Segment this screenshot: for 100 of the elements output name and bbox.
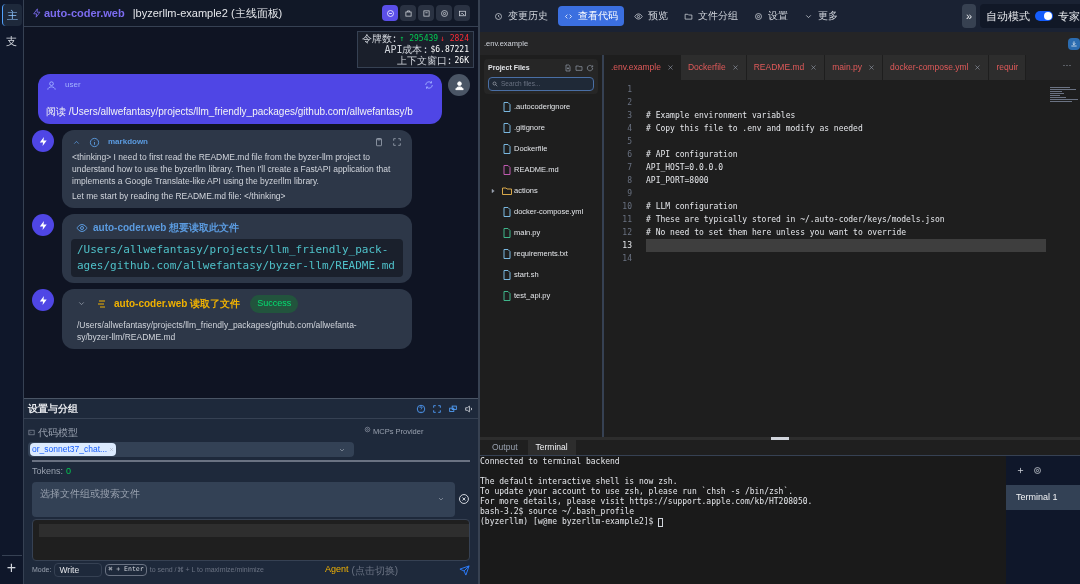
refresh-icon [586,64,594,73]
terminal-line: (byzerllm) [w@me byzerllm-example2]$ [480,517,654,527]
info-icon [89,136,100,148]
file-search-field[interactable]: 选择文件组或搜索文件 [32,481,456,517]
model-select[interactable]: or_sonnet37_chat... [28,442,354,457]
terminal-session[interactable]: Terminal 1 [1006,485,1080,510]
list-icon [96,297,108,310]
layers-icon [448,403,458,414]
line-number: 7 [626,161,632,174]
plus-icon [1016,466,1025,475]
agent-mode-toggle[interactable]: Agent [324,563,349,577]
close-icon [731,64,739,71]
help-icon [416,403,426,414]
line-number: 9 [626,187,632,200]
send-button[interactable] [459,564,470,576]
new-file-icon [564,64,572,73]
editor-tab[interactable]: README.md [746,55,826,80]
clear-icon [458,493,470,505]
line-number: 14 [621,252,632,265]
fullscreen-icon [432,403,442,414]
app-brand: auto-coder.web [44,5,125,21]
tokens-count: 0 [66,465,72,478]
status-badge: Success [250,295,299,313]
search-icon [492,80,498,87]
toolbar-button[interactable] [436,5,452,21]
mode-select[interactable]: Write [54,563,103,577]
message-title: auto-coder.web 读取了文件 [114,297,241,312]
clipboard-icon [374,137,384,147]
image-icon [457,8,467,18]
chat-icon [385,8,395,18]
close-icon [810,64,818,71]
nav-tab[interactable]: 文件分组 [678,6,744,26]
message-text: Let me start by reading the README.md file: </thinking> [72,190,287,202]
nav-tab[interactable]: 预览 [628,6,674,26]
tokens-up-count: ↑ 295439 [399,33,439,44]
line-number: 11 [621,213,632,226]
stats-label: 上下文窗口: [396,55,453,66]
line-number: 12 [621,226,632,239]
stats-label: API成本: [384,44,429,55]
download-button[interactable] [1068,37,1080,50]
type-label: markdown [108,136,148,148]
download-icon [1070,39,1078,48]
line-number: 5 [626,135,632,148]
terminal-line: bash-3.2$ source ~/.bash_profile [480,507,635,517]
terminal-line: To update your account to use zsh, please run `chsh -s /bin/zsh`. [480,487,794,497]
nav-tab[interactable]: 设置 [748,6,794,26]
expand-button[interactable]: » [962,4,976,28]
line-number: 10 [621,200,632,213]
terminal-icon [28,429,35,436]
add-button[interactable] [1016,466,1025,475]
terminal-line: Connected to terminal backend [480,457,620,467]
toolbar-button[interactable] [454,5,470,21]
editor-tab[interactable]: .env.example [604,55,681,80]
nav-tab[interactable]: 变更历史 [488,6,554,26]
line-number: 2 [626,96,632,109]
toggle-label: 专家 [1058,8,1080,24]
add-button[interactable]: + [1,555,22,580]
terminal-tab[interactable]: Terminal [527,440,576,455]
toggle-switch[interactable] [1035,11,1053,21]
tokens-down-count: ↓ 2824 [440,33,469,44]
panel-icon [421,8,431,18]
toolbar-button[interactable] [400,5,416,21]
context-value: 26K [454,55,469,66]
user-icon [46,79,57,91]
person-icon [453,79,465,91]
project-title: |byzerllm-example2 (主线面板) [132,5,283,21]
toolbar-button[interactable] [382,5,398,21]
toolbox-icon [403,8,413,18]
toggle-hint: (点击切换) [351,563,399,578]
terminal-tab[interactable]: Output [484,440,526,455]
panel-title: 设置与分组 [28,402,78,416]
close-icon [868,64,876,71]
toggle-label: 自动模式 [986,8,1030,24]
rail-tab[interactable]: 支 [1,30,22,52]
editor-tab[interactable]: main.py [825,55,884,80]
nav-tab[interactable]: 查看代码 [558,6,624,26]
terminal-line: The default interactive shell is now zsh. [480,477,678,487]
settings-icon [439,8,449,18]
line-number: 3 [626,109,632,122]
line-number: 8 [626,174,632,187]
send-icon [459,564,470,576]
rail-tab[interactable]: 主 [1,4,22,26]
tokens-label: Tokens: [32,465,64,478]
message-input[interactable] [32,518,470,561]
message-text: 阅读 /Users/allwefantasy/projects/llm_friendly_packages/github.com/allwefantasy/b [46,105,414,119]
editor-tab[interactable]: docker-compose.yml [883,55,990,80]
toolbar-button[interactable] [418,5,434,21]
file-path: /Users/allwefantasy/projects/llm_friendly_pack- ages/github.com/allwefantasy/byzer-llm/README.md [71,239,403,277]
clock-icon [494,11,503,21]
message-text: <thinking> I need to first read the README.md file from the byzer-llm project to understand how to use the byzerllm library. Then I'll create a FastAPI application that implements a Google Translate-like API using the byzerllm library. [72,151,392,187]
cost-value: $6.87221 [430,44,469,55]
editor-tab[interactable]: Dockerfile [680,55,747,80]
speaker-icon [464,403,474,414]
eye-icon [76,221,88,234]
nav-tab[interactable]: 更多 [798,6,844,26]
editor-tab[interactable]: requir [989,55,1027,80]
settings-button[interactable] [1033,466,1042,475]
gear-icon [364,426,371,433]
refresh-icon [424,80,434,90]
new-folder-icon [575,64,583,73]
